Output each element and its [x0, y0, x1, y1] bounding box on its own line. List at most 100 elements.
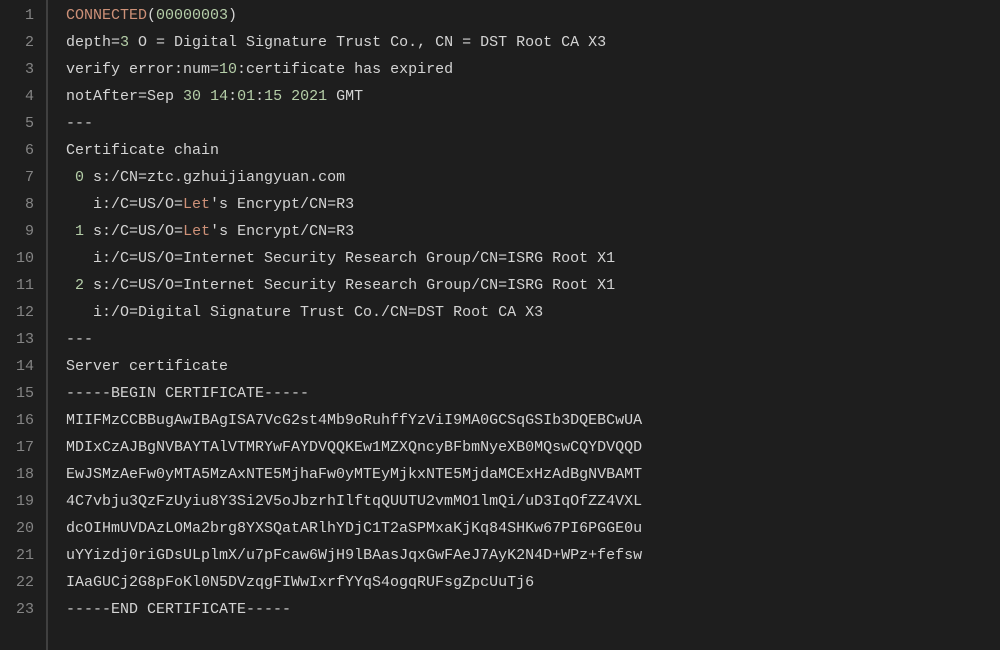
gutter-divider — [46, 0, 48, 650]
token: 30 — [183, 88, 201, 105]
line-number: 5 — [0, 110, 34, 137]
token: 15 — [264, 88, 282, 105]
line-number: 21 — [0, 542, 34, 569]
token: CONNECTED — [66, 7, 147, 24]
token: 00000003 — [156, 7, 228, 24]
code-line[interactable]: uYYizdj0riGDsULplmX/u7pFcaw6WjH9lBAasJqx… — [66, 542, 642, 569]
line-number: 1 — [0, 2, 34, 29]
code-line[interactable]: MIIFMzCCBBugAwIBAgISA7VcG2st4Mb9oRuhffYz… — [66, 407, 642, 434]
code-line[interactable]: 4C7vbju3QzFzUyiu8Y3Si2V5oJbzrhIlftqQUUTU… — [66, 488, 642, 515]
token: / — [237, 547, 246, 564]
token: 4C7vbju3QzFzUyiu8Y3Si2V5oJbzrhIlftqQUUTU… — [66, 493, 516, 510]
line-number: 17 — [0, 434, 34, 461]
token — [66, 169, 75, 186]
code-line[interactable]: Server certificate — [66, 353, 642, 380]
token: -----BEGIN CERTIFICATE----- — [66, 385, 309, 402]
line-number: 4 — [0, 83, 34, 110]
token: 's Encrypt/CN=R3 — [210, 196, 354, 213]
code-line[interactable]: dcOIHmUVDAzLOMa2brg8YXSQatARlhYDjC1T2aSP… — [66, 515, 642, 542]
token: GMT — [327, 88, 363, 105]
code-line[interactable]: -----END CERTIFICATE----- — [66, 596, 642, 623]
token: Server certificate — [66, 358, 228, 375]
token: : — [228, 88, 237, 105]
token: 2 — [75, 277, 84, 294]
token: uYYizdj0riGDsULplmX — [66, 547, 237, 564]
token: :certificate has expired — [237, 61, 453, 78]
token: i:/C=US/O= — [66, 196, 183, 213]
line-number: 8 — [0, 191, 34, 218]
token: -----END CERTIFICATE----- — [66, 601, 291, 618]
line-number: 11 — [0, 272, 34, 299]
code-line[interactable]: notAfter=Sep 30 14:01:15 2021 GMT — [66, 83, 642, 110]
line-number: 20 — [0, 515, 34, 542]
code-line[interactable]: i:/C=US/O=Internet Security Research Gro… — [66, 245, 642, 272]
token: 1 — [75, 223, 84, 240]
line-number: 19 — [0, 488, 34, 515]
token — [282, 88, 291, 105]
line-number: 9 — [0, 218, 34, 245]
code-line[interactable]: verify error:num=10:certificate has expi… — [66, 56, 642, 83]
line-number-gutter: 1234567891011121314151617181920212223 — [0, 0, 46, 650]
code-line[interactable]: MDIxCzAJBgNVBAYTAlVTMRYwFAYDVQQKEw1MZXQn… — [66, 434, 642, 461]
line-number: 2 — [0, 29, 34, 56]
token: s:/C=US/O= — [84, 223, 183, 240]
token: + — [588, 547, 597, 564]
line-number: 3 — [0, 56, 34, 83]
token: WPz — [561, 547, 588, 564]
code-line[interactable]: 2 s:/C=US/O=Internet Security Research G… — [66, 272, 642, 299]
code-area[interactable]: CONNECTED(00000003)depth=3 O = Digital S… — [66, 0, 642, 650]
token: 's Encrypt/CN=R3 — [210, 223, 354, 240]
token — [66, 277, 75, 294]
token: fefsw — [597, 547, 642, 564]
token: i:/O=Digital Signature Trust Co./CN=DST … — [66, 304, 543, 321]
token: --- — [66, 115, 93, 132]
token: notAfter=Sep — [66, 88, 183, 105]
code-line[interactable]: 1 s:/C=US/O=Let's Encrypt/CN=R3 — [66, 218, 642, 245]
token — [201, 88, 210, 105]
code-line[interactable]: -----BEGIN CERTIFICATE----- — [66, 380, 642, 407]
line-number: 10 — [0, 245, 34, 272]
line-number: 16 — [0, 407, 34, 434]
line-number: 7 — [0, 164, 34, 191]
token: Let — [183, 196, 210, 213]
token: / — [516, 493, 525, 510]
token: ( — [147, 7, 156, 24]
token: 10 — [219, 61, 237, 78]
token: + — [552, 547, 561, 564]
token: s:/CN=ztc.gzhuijiangyuan.com — [84, 169, 345, 186]
token: Certificate chain — [66, 142, 219, 159]
line-number: 14 — [0, 353, 34, 380]
token: IAaGUCj2G8pFoKl0N5DVzqgFIWwIxrfYYqS4ogqR… — [66, 574, 534, 591]
token: ) — [228, 7, 237, 24]
code-line[interactable]: --- — [66, 110, 642, 137]
token: 2021 — [291, 88, 327, 105]
token: 14 — [210, 88, 228, 105]
token: 01 — [237, 88, 255, 105]
token: i:/C=US/O=Internet Security Research Gro… — [66, 250, 615, 267]
code-line[interactable]: CONNECTED(00000003) — [66, 2, 642, 29]
token: O = Digital Signature Trust Co., CN = DS… — [129, 34, 606, 51]
code-line[interactable]: Certificate chain — [66, 137, 642, 164]
token: EwJSMzAeFw0yMTA5MzAxNTE5MjhaFw0yMTEyMjkx… — [66, 466, 642, 483]
token: depth= — [66, 34, 120, 51]
line-number: 22 — [0, 569, 34, 596]
code-editor: 1234567891011121314151617181920212223 CO… — [0, 0, 1000, 650]
code-line[interactable]: depth=3 O = Digital Signature Trust Co.,… — [66, 29, 642, 56]
code-line[interactable]: i:/O=Digital Signature Trust Co./CN=DST … — [66, 299, 642, 326]
token: : — [255, 88, 264, 105]
code-line[interactable]: EwJSMzAeFw0yMTA5MzAxNTE5MjhaFw0yMTEyMjkx… — [66, 461, 642, 488]
token: 3 — [120, 34, 129, 51]
token: MIIFMzCCBBugAwIBAgISA7VcG2st4Mb9oRuhffYz… — [66, 412, 642, 429]
token: MDIxCzAJBgNVBAYTAlVTMRYwFAYDVQQKEw1MZXQn… — [66, 439, 642, 456]
token: --- — [66, 331, 93, 348]
token: verify error:num= — [66, 61, 219, 78]
line-number: 13 — [0, 326, 34, 353]
line-number: 18 — [0, 461, 34, 488]
token — [66, 223, 75, 240]
code-line[interactable]: IAaGUCj2G8pFoKl0N5DVzqgFIWwIxrfYYqS4ogqR… — [66, 569, 642, 596]
token: 0 — [75, 169, 84, 186]
code-line[interactable]: i:/C=US/O=Let's Encrypt/CN=R3 — [66, 191, 642, 218]
code-line[interactable]: --- — [66, 326, 642, 353]
token: u7pFcaw6WjH9lBAasJqxGwFAeJ7AyK2N4D — [246, 547, 552, 564]
code-line[interactable]: 0 s:/CN=ztc.gzhuijiangyuan.com — [66, 164, 642, 191]
